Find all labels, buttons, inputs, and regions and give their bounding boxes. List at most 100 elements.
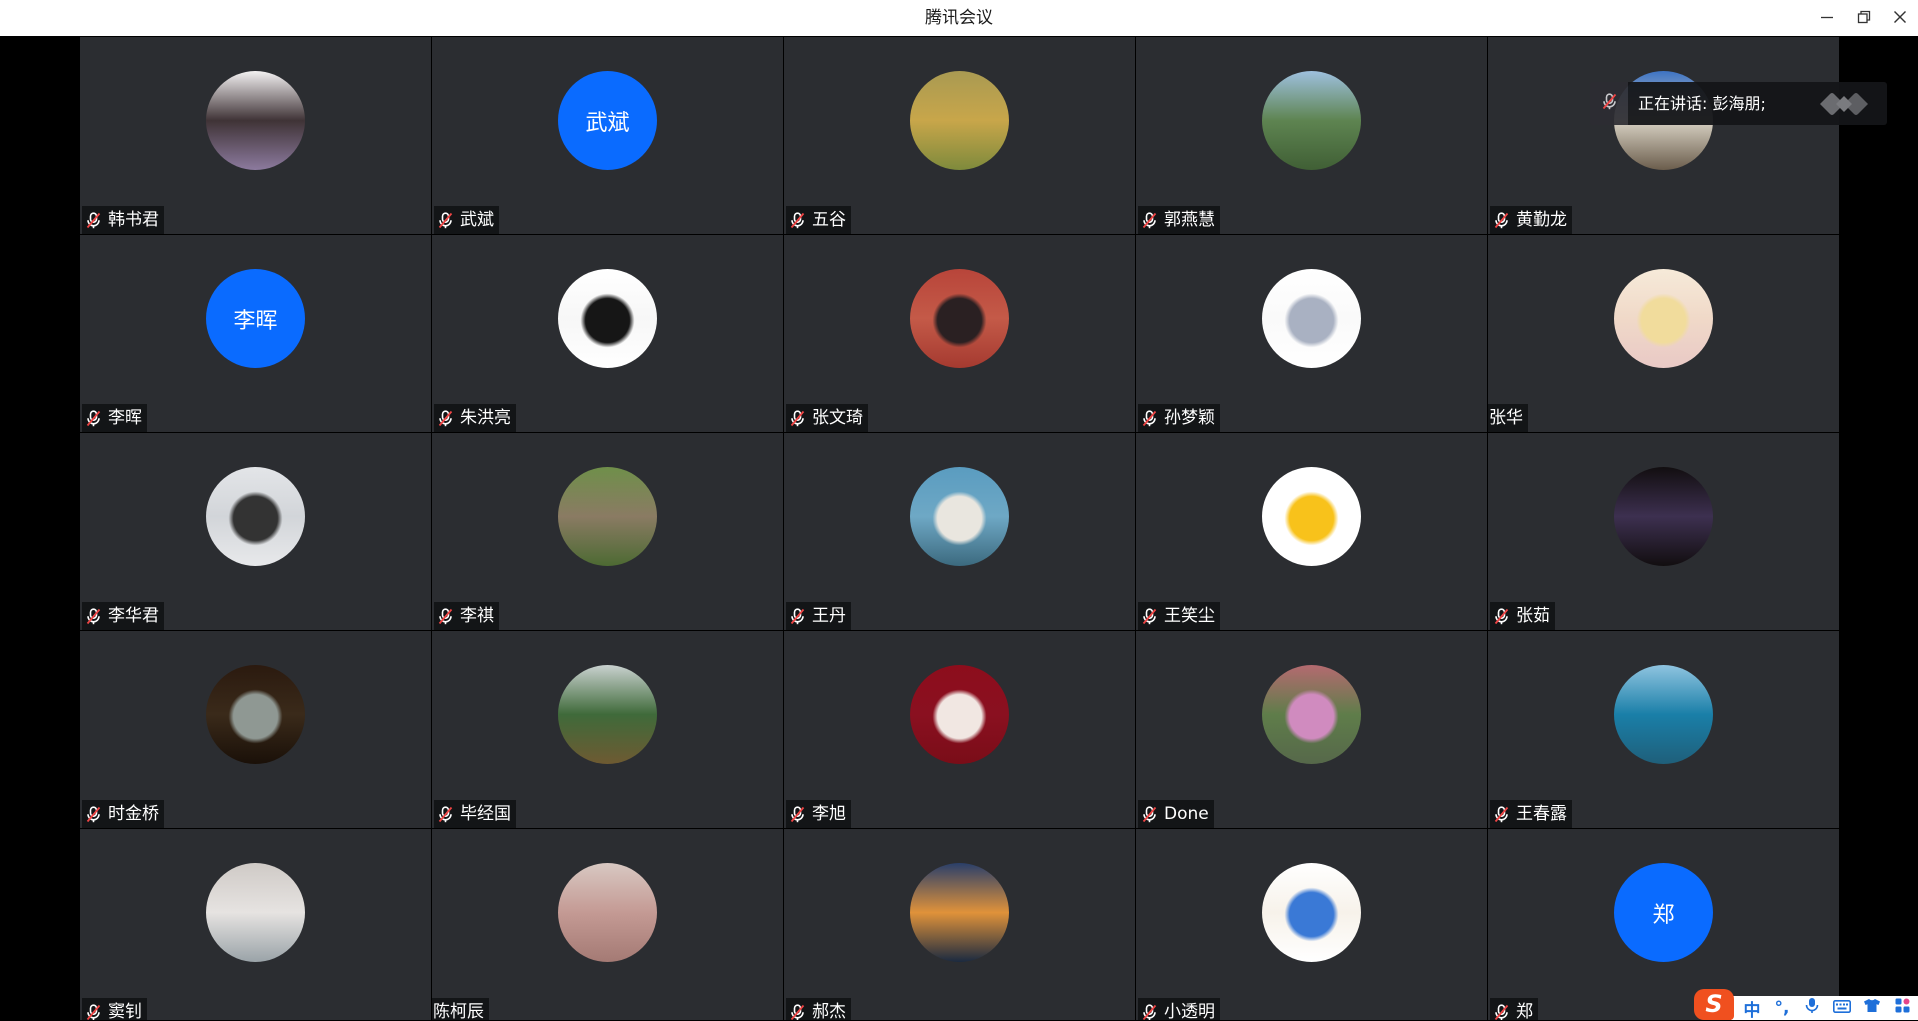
avatar-initials: 李晖 xyxy=(233,308,278,334)
participant-name-label: 李华君 xyxy=(82,602,164,630)
avatar-photo xyxy=(1614,665,1713,764)
ime-skin-button[interactable] xyxy=(1857,996,1887,1020)
participant-name: 郭燕慧 xyxy=(1164,210,1215,230)
participant-tile[interactable]: 郑郑 xyxy=(1488,829,1839,1020)
tencent-meeting-logo-icon xyxy=(1816,90,1872,118)
participant-tile[interactable]: 小透明 xyxy=(1136,829,1487,1020)
participant-name: 韩书君 xyxy=(108,210,159,230)
participant-name: Done xyxy=(1164,804,1209,824)
mic-off-icon xyxy=(789,800,806,828)
avatar-photo xyxy=(206,71,305,170)
mic-off-icon xyxy=(1601,93,1618,114)
ime-voice-button[interactable] xyxy=(1797,996,1827,1020)
avatar-photo xyxy=(558,269,657,368)
participant-tile[interactable]: Done xyxy=(1136,631,1487,828)
mic-off-icon xyxy=(1141,998,1158,1020)
participant-tile[interactable]: 窦钊 xyxy=(80,829,431,1020)
avatar-photo xyxy=(910,863,1009,962)
participant-tile[interactable]: 李祺 xyxy=(432,433,783,630)
participant-name: 窦钊 xyxy=(108,1002,142,1020)
participant-name-label: 王笑尘 xyxy=(1138,602,1220,630)
avatar-photo xyxy=(910,665,1009,764)
mic-off-icon xyxy=(85,800,102,828)
participant-tile[interactable]: 孙梦颖 xyxy=(1136,235,1487,432)
participant-name: 五谷 xyxy=(812,210,846,230)
mic-off-icon xyxy=(437,404,454,432)
participant-name: 李华君 xyxy=(108,606,159,626)
participant-name: 孙梦颖 xyxy=(1164,408,1215,428)
participant-name-label: 时金桥 xyxy=(82,800,164,828)
speaking-mic-cell xyxy=(1590,82,1628,125)
participant-name: 王丹 xyxy=(812,606,846,626)
ime-keyboard-button[interactable] xyxy=(1827,996,1857,1020)
participant-tile[interactable]: 武斌 武斌 xyxy=(432,37,783,234)
participant-name-label: 五谷 xyxy=(786,206,851,234)
avatar-photo xyxy=(558,665,657,764)
ime-mode-toggle[interactable]: 中 xyxy=(1737,996,1767,1021)
title-bar: 腾讯会议 xyxy=(0,0,1918,36)
participant-tile[interactable]: 时金桥 xyxy=(80,631,431,828)
participant-name-label: 张文琦 xyxy=(786,404,868,432)
participant-tile[interactable]: 郭燕慧 xyxy=(1136,37,1487,234)
participant-name-label: 王春露 xyxy=(1490,800,1572,828)
participant-name-label: 郝杰 xyxy=(786,998,851,1020)
participant-tile[interactable]: 李华君 xyxy=(80,433,431,630)
participant-name-label: 小透明 xyxy=(1138,998,1220,1020)
participant-name-label: Done xyxy=(1138,800,1214,828)
mic-off-icon xyxy=(1493,800,1510,828)
mic-off-icon xyxy=(789,404,806,432)
participant-name-label: 窦钊 xyxy=(82,998,147,1020)
participant-tile[interactable]: 张华 xyxy=(1488,235,1839,432)
mic-off-icon xyxy=(1493,602,1510,630)
participant-tile[interactable]: 王春露 xyxy=(1488,631,1839,828)
speaking-text-cell: 正在讲话: 彭海朋; xyxy=(1628,82,1887,125)
participant-name: 小透明 xyxy=(1164,1002,1215,1020)
participant-tile[interactable]: 郝杰 xyxy=(784,829,1135,1020)
participant-name-label: 黄勤龙 xyxy=(1490,206,1572,234)
participant-name: 李祺 xyxy=(460,606,494,626)
ime-toolbox-button[interactable] xyxy=(1887,996,1917,1020)
ime-toolbar: 中 °, xyxy=(1731,996,1918,1021)
participant-name: 毕经国 xyxy=(460,804,511,824)
close-button[interactable] xyxy=(1885,0,1915,36)
video-stage: 韩书君 武斌 武斌五谷 郭燕慧 黄勤龙李晖 李晖朱洪亮 张文琦 孙梦颖 张华李华君 李祺 王丹 王笑尘… xyxy=(0,36,1918,1020)
avatar-photo xyxy=(910,71,1009,170)
participant-name-label: 毕经国 xyxy=(434,800,516,828)
participant-name: 王笑尘 xyxy=(1164,606,1215,626)
ime-logo[interactable]: S xyxy=(1694,989,1734,1020)
participant-name-label: 李祺 xyxy=(434,602,499,630)
ime-punctuation-toggle[interactable]: °, xyxy=(1767,996,1797,1020)
soft-keyboard-icon xyxy=(1833,998,1851,1018)
participant-tile[interactable]: 王丹 xyxy=(784,433,1135,630)
participant-tile[interactable]: 李晖 李晖 xyxy=(80,235,431,432)
mic-off-icon xyxy=(1493,998,1510,1020)
avatar-photo xyxy=(1262,665,1361,764)
participant-tile[interactable]: 张文琦 xyxy=(784,235,1135,432)
avatar-photo xyxy=(910,269,1009,368)
participant-name: 时金桥 xyxy=(108,804,159,824)
mic-off-icon xyxy=(437,206,454,234)
participant-tile[interactable]: 张茹 xyxy=(1488,433,1839,630)
participant-tile[interactable]: 陈柯辰 xyxy=(432,829,783,1020)
participant-tile[interactable]: 毕经国 xyxy=(432,631,783,828)
participant-tile[interactable]: 王笑尘 xyxy=(1136,433,1487,630)
close-icon xyxy=(1893,9,1907,28)
participant-name-label: 陈柯辰 xyxy=(432,998,489,1020)
mic-off-icon xyxy=(789,998,806,1020)
participant-tile[interactable]: 朱洪亮 xyxy=(432,235,783,432)
participant-tile[interactable]: 韩书君 xyxy=(80,37,431,234)
participant-name-label: 郭燕慧 xyxy=(1138,206,1220,234)
mic-off-icon xyxy=(1493,206,1510,234)
avatar-photo xyxy=(1614,467,1713,566)
restore-button[interactable] xyxy=(1849,0,1879,36)
participant-name-label: 郑 xyxy=(1490,998,1538,1020)
minimize-button[interactable] xyxy=(1812,0,1842,36)
participant-name: 张文琦 xyxy=(812,408,863,428)
participant-tile[interactable]: 李旭 xyxy=(784,631,1135,828)
participant-tile[interactable]: 黄勤龙 xyxy=(1488,37,1839,234)
speaking-text: 正在讲话: 彭海朋; xyxy=(1638,94,1766,113)
participant-name: 李旭 xyxy=(812,804,846,824)
avatar-initials-circle: 郑 xyxy=(1614,863,1713,962)
participant-tile[interactable]: 五谷 xyxy=(784,37,1135,234)
participant-name: 朱洪亮 xyxy=(460,408,511,428)
